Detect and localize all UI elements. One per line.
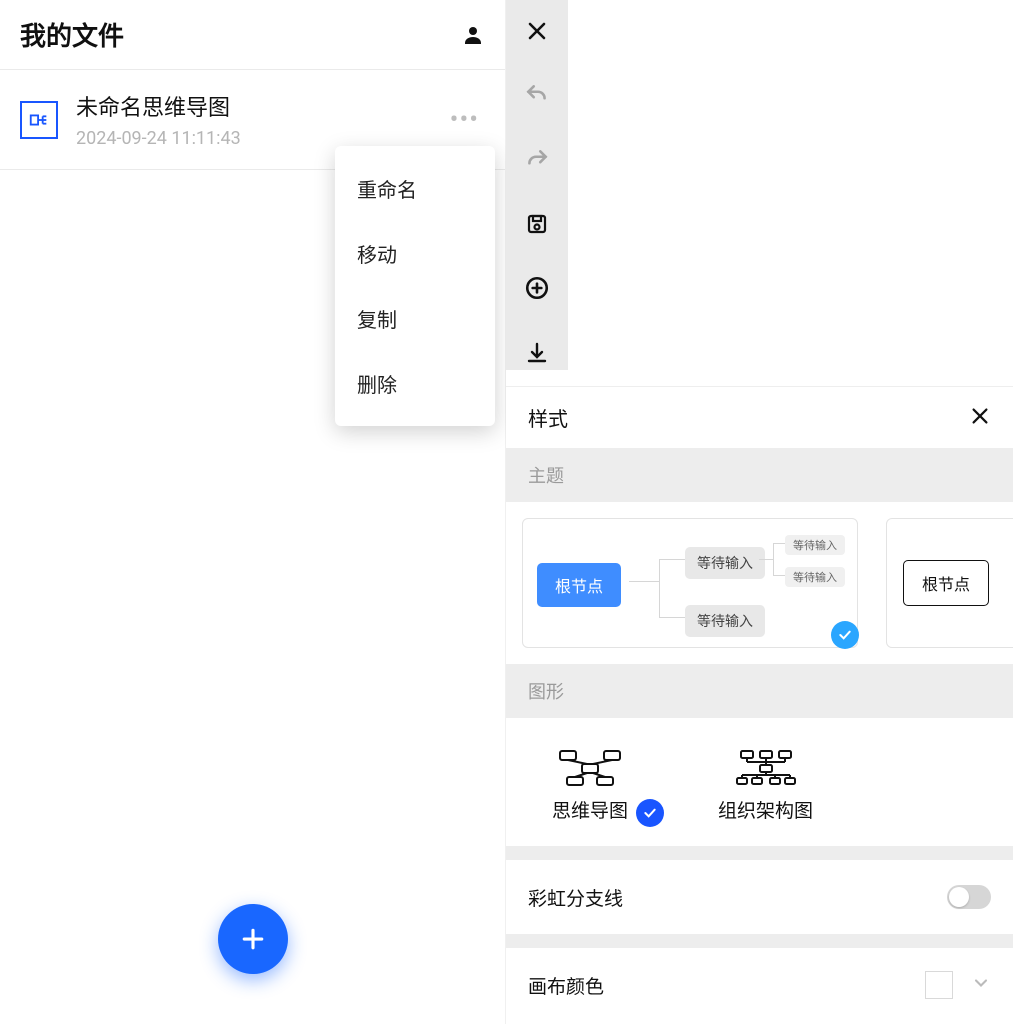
theme-options: 根节点 等待输入 等待输入 等待输入 等待输入 根节点	[522, 518, 1013, 652]
chevron-down-icon	[971, 973, 991, 997]
left-panel: 我的文件 未命名思维导图 2024-09-24 11:11:43 ••• 重命名…	[0, 0, 506, 1024]
file-info: 未命名思维导图 2024-09-24 11:11:43	[76, 90, 444, 149]
ctx-rename[interactable]: 重命名	[335, 156, 495, 221]
canvas-color-label: 画布颜色	[528, 972, 604, 999]
theme-mid-node: 等待输入	[685, 605, 765, 637]
page-title: 我的文件	[20, 16, 124, 53]
theme-option-1[interactable]: 根节点 等待输入 等待输入 等待输入 等待输入	[522, 518, 858, 648]
divider	[506, 934, 1013, 948]
rainbow-line-row: 彩虹分支线	[506, 860, 1013, 934]
check-icon	[831, 621, 859, 649]
redo-button[interactable]	[519, 143, 555, 177]
left-header: 我的文件	[0, 0, 505, 70]
style-header: 样式	[506, 386, 1013, 448]
check-icon	[636, 799, 664, 827]
save-button[interactable]	[519, 207, 555, 241]
shape-orgchart-label: 组织架构图	[718, 796, 813, 823]
theme-option-2[interactable]: 根节点	[886, 518, 1013, 648]
file-name: 未命名思维导图	[76, 90, 444, 122]
download-button[interactable]	[519, 336, 555, 370]
more-icon[interactable]: •••	[444, 99, 485, 141]
close-button[interactable]	[519, 14, 555, 48]
theme-mid-node: 等待输入	[685, 547, 765, 579]
ctx-delete[interactable]: 删除	[335, 351, 495, 416]
user-icon[interactable]	[461, 23, 485, 47]
shape-orgchart[interactable]: 组织架构图	[718, 750, 813, 823]
shape-section-label: 图形	[506, 664, 1013, 718]
rainbow-line-label: 彩虹分支线	[528, 884, 623, 911]
color-swatch	[925, 971, 953, 999]
undo-button[interactable]	[519, 78, 555, 112]
theme-leaf-node: 等待输入	[785, 535, 845, 555]
canvas-color-row[interactable]: 画布颜色	[506, 948, 1013, 1022]
file-thumb-icon	[20, 101, 58, 139]
close-style-button[interactable]	[969, 405, 991, 431]
canvas-color-value	[925, 971, 991, 999]
right-panel: 样式 主题 根节点 等待输入 等待输入 等待输入 等待输入 根节点	[506, 0, 1013, 1024]
theme-root-node: 根节点	[903, 560, 989, 606]
shape-mindmap-label: 思维导图	[552, 796, 628, 823]
add-node-button[interactable]	[519, 271, 555, 305]
ctx-move[interactable]: 移动	[335, 221, 495, 286]
shape-options: 思维导图 组织架构图	[506, 736, 1013, 836]
theme-leaf-node: 等待输入	[785, 567, 845, 587]
theme-section-label: 主题	[506, 448, 1013, 502]
add-button[interactable]	[218, 904, 288, 974]
style-title: 样式	[528, 403, 568, 432]
toolbar	[506, 0, 568, 370]
divider	[506, 846, 1013, 860]
shape-mindmap[interactable]: 思维导图	[552, 750, 628, 823]
ctx-copy[interactable]: 复制	[335, 286, 495, 351]
context-menu: 重命名 移动 复制 删除	[335, 146, 495, 426]
theme-root-node: 根节点	[537, 563, 621, 607]
rainbow-line-toggle[interactable]	[947, 885, 991, 909]
